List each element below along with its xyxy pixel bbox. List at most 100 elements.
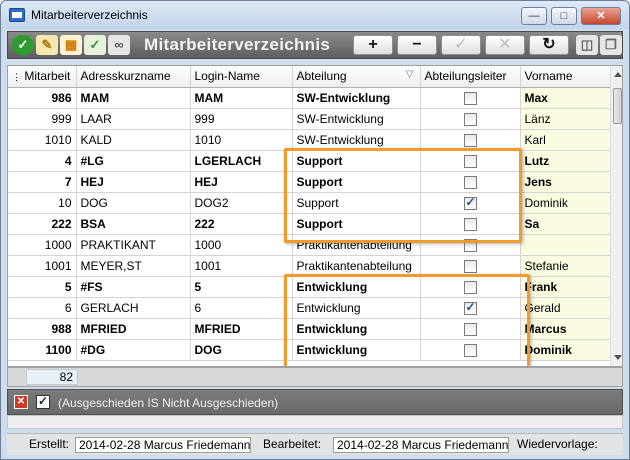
table-row[interactable]: 1001 MEYER,ST 1001 Praktikantenabteilung Ste… — [8, 255, 611, 277]
cell-adresskurzname[interactable]: MAM — [76, 87, 191, 109]
cell-login[interactable]: 222 — [190, 213, 293, 235]
scroll-thumb[interactable] — [613, 88, 622, 124]
maximize-button[interactable]: □ — [551, 7, 577, 25]
cell-abteilungsleiter[interactable] — [420, 318, 521, 340]
cell-mitarbeiter[interactable]: 1100 — [8, 339, 77, 361]
table-row[interactable]: 999 LAAR 999 SW-Entwicklung Länz — [8, 108, 611, 130]
minimize-button[interactable]: — — [521, 7, 547, 25]
cell-abteilungsleiter[interactable] — [420, 150, 521, 172]
cell-vorname[interactable]: Dominik — [520, 339, 611, 361]
table-row[interactable]: 4 #LG LGERLACH Support Lutz — [8, 150, 611, 172]
leader-checkbox[interactable] — [463, 154, 477, 168]
cell-vorname[interactable]: Länz — [520, 108, 611, 130]
cell-login[interactable]: MFRIED — [190, 318, 293, 340]
cell-vorname[interactable]: Lutz — [520, 150, 611, 172]
cell-login[interactable]: HEJ — [190, 171, 293, 193]
cell-abteilungsleiter[interactable] — [420, 297, 521, 319]
leader-checkbox[interactable] — [463, 322, 477, 336]
cell-abteilungsleiter[interactable] — [420, 129, 521, 151]
cell-abteilung[interactable]: Support — [292, 150, 421, 172]
vertical-scrollbar[interactable] — [610, 66, 622, 366]
cell-adresskurzname[interactable]: #FS — [76, 276, 191, 298]
cell-vorname[interactable]: Jens — [520, 171, 611, 193]
leader-checkbox[interactable] — [463, 280, 477, 294]
scroll-up-icon[interactable] — [614, 72, 622, 77]
cell-abteilung[interactable]: Support — [292, 213, 421, 235]
cell-adresskurzname[interactable]: KALD — [76, 129, 191, 151]
cell-vorname[interactable]: Frank — [520, 276, 611, 298]
table-row[interactable]: 222 BSA 222 Support Sa — [8, 213, 611, 235]
clear-filter-icon[interactable]: ✕ — [14, 395, 28, 409]
cell-abteilung[interactable]: Support — [292, 192, 421, 214]
cell-abteilung[interactable]: SW-Entwicklung — [292, 108, 421, 130]
leader-checkbox[interactable] — [463, 112, 477, 126]
table-row[interactable]: 986 MAM MAM SW-Entwicklung Max — [8, 87, 611, 109]
cell-adresskurzname[interactable]: DOG — [76, 192, 191, 214]
cell-adresskurzname[interactable]: PRAKTIKANT — [76, 234, 191, 256]
title-bar[interactable]: Mitarbeiterverzeichnis — □ ✕ — [1, 1, 629, 29]
cell-adresskurzname[interactable]: #DG — [76, 339, 191, 361]
cell-login[interactable]: 1010 — [190, 129, 293, 151]
cell-abteilungsleiter[interactable] — [420, 255, 521, 277]
confirm-check-icon[interactable]: ✓ — [12, 35, 34, 55]
refresh-button[interactable]: ↻ — [529, 35, 569, 55]
column-header-vorname[interactable]: Vorname — [520, 66, 611, 88]
leader-checkbox[interactable] — [463, 300, 477, 315]
cell-mitarbeiter[interactable]: 1000 — [8, 234, 77, 256]
cancel-button[interactable]: ✕ — [485, 35, 525, 55]
cell-abteilungsleiter[interactable] — [420, 171, 521, 193]
leader-checkbox[interactable] — [463, 238, 477, 252]
leader-checkbox[interactable] — [463, 195, 477, 210]
cell-login[interactable]: LGERLACH — [190, 150, 293, 172]
cell-login[interactable]: MAM — [190, 87, 293, 109]
cell-login[interactable]: DOG — [190, 339, 293, 361]
cell-abteilungsleiter[interactable] — [420, 276, 521, 298]
cell-login[interactable]: 1001 — [190, 255, 293, 277]
close-window-button[interactable]: ✕ — [581, 7, 621, 25]
cell-vorname[interactable]: Marcus — [520, 318, 611, 340]
cell-mitarbeiter[interactable]: 222 — [8, 213, 77, 235]
cell-abteilung[interactable]: Entwicklung — [292, 318, 421, 340]
remove-button[interactable]: − — [397, 35, 437, 55]
table-row[interactable]: 10DOGDOG2Support Dominik — [8, 192, 611, 214]
cell-mitarbeiter[interactable]: 988 — [8, 318, 77, 340]
table-row[interactable]: 1010 KALD 1010 SW-Entwicklung Karl — [8, 129, 611, 151]
leader-checkbox[interactable] — [463, 259, 477, 273]
cell-login[interactable]: 5 — [190, 276, 293, 298]
cell-adresskurzname[interactable]: LAAR — [76, 108, 191, 130]
confirm-button[interactable]: ✓ — [441, 35, 481, 55]
column-header-mitarbeiter[interactable]: ⋮ Mitarbeit — [8, 66, 77, 88]
cell-mitarbeiter[interactable]: 986 — [8, 87, 77, 109]
cell-vorname[interactable]: Gerald — [520, 297, 611, 319]
cell-abteilungsleiter[interactable] — [420, 213, 521, 235]
leader-checkbox[interactable] — [463, 217, 477, 231]
cell-mitarbeiter[interactable]: 5 — [8, 276, 77, 298]
table-row[interactable]: 988 MFRIED MFRIED Entwicklung Marcus — [8, 318, 611, 340]
cell-abteilungsleiter[interactable] — [420, 192, 521, 214]
cell-mitarbeiter[interactable]: 1010 — [8, 129, 77, 151]
cell-mitarbeiter[interactable]: 10 — [8, 192, 77, 214]
cell-adresskurzname[interactable]: HEJ — [76, 171, 191, 193]
filter-expression[interactable]: (Ausgeschieden IS Nicht Ausgeschieden) — [58, 396, 278, 410]
table-row[interactable]: 1100 #DG DOG Entwicklung Dominik — [8, 339, 611, 361]
cell-mitarbeiter[interactable]: 999 — [8, 108, 77, 130]
column-header-adresskurzname[interactable]: Adresskurzname — [76, 66, 191, 88]
table-row[interactable]: 5 #FS 5 Entwicklung Frank — [8, 276, 611, 298]
cell-abteilung[interactable]: SW-Entwicklung — [292, 129, 421, 151]
cell-abteilungsleiter[interactable] — [420, 234, 521, 256]
link-icon[interactable]: ∞ — [108, 35, 130, 55]
cell-abteilung[interactable]: Praktikantenabteilung — [292, 255, 421, 277]
filter-enabled-checkbox[interactable] — [36, 394, 50, 409]
column-header-login[interactable]: Login-Name — [190, 66, 293, 88]
leader-checkbox[interactable] — [463, 91, 477, 105]
cell-vorname[interactable]: Karl — [520, 129, 611, 151]
cell-abteilung[interactable]: Entwicklung — [292, 276, 421, 298]
cell-mitarbeiter[interactable]: 6 — [8, 297, 77, 319]
cell-abteilung[interactable]: Entwicklung — [292, 339, 421, 361]
cell-login[interactable]: 1000 — [190, 234, 293, 256]
cell-mitarbeiter[interactable]: 1001 — [8, 255, 77, 277]
cell-abteilung[interactable]: Support — [292, 171, 421, 193]
cell-abteilung[interactable]: Entwicklung — [292, 297, 421, 319]
cell-adresskurzname[interactable]: MEYER,ST — [76, 255, 191, 277]
cell-adresskurzname[interactable]: MFRIED — [76, 318, 191, 340]
